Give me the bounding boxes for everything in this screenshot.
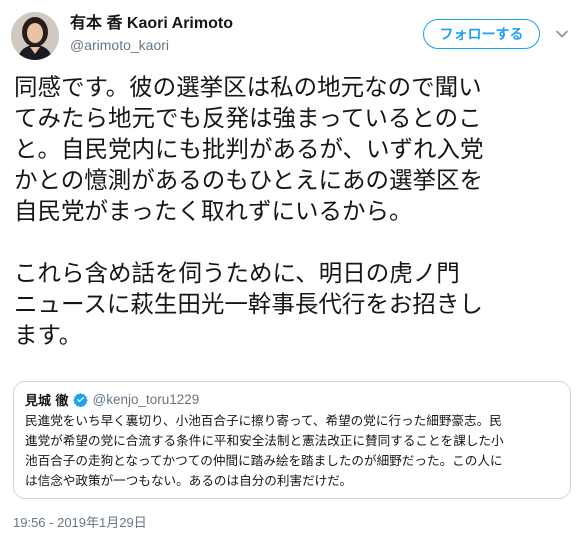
tweet-line: てみたら地元でも反発は強まっているとのこ <box>14 104 482 132</box>
quoted-tweet[interactable]: 見城 徹 @kenjo_toru1229 民進党をいち早く裏切り、小池百合子に擦… <box>13 381 571 499</box>
verified-badge-icon <box>72 392 88 407</box>
quoted-author-name: 見城 徹 <box>25 393 69 409</box>
author-info: 有本 香 Kaori Arimoto @arimoto_kaori <box>70 13 233 55</box>
quoted-tweet-text: 民進党をいち早く裏切り、小池百合子に擦り寄って、希望の党に行った細野豪志。民 進… <box>25 411 565 491</box>
quoted-line: 民進党をいち早く裏切り、小池百合子に擦り寄って、希望の党に行った細野豪志。民 <box>25 413 502 428</box>
tweet-header: 有本 香 Kaori Arimoto @arimoto_kaori フォローする <box>0 0 583 70</box>
tweet-line: かとの憶測があるのもひとえにあの選挙区を <box>14 166 484 194</box>
follow-button[interactable]: フォローする <box>423 19 540 49</box>
quoted-author-handle: @kenjo_toru1229 <box>92 391 200 407</box>
author-handle[interactable]: @arimoto_kaori <box>70 35 233 55</box>
tweet-line: 同感です。彼の選挙区は私の地元なので聞い <box>14 73 482 101</box>
tweet-line: 自民党がまったく取れずにいるから。 <box>14 197 413 225</box>
quoted-line: は信念や政策が一つもない。あるのは自分の利害だけだ。 <box>25 473 353 488</box>
quoted-tweet-header: 見城 徹 @kenjo_toru1229 <box>25 390 200 409</box>
author-display-name[interactable]: 有本 香 Kaori Arimoto <box>70 13 233 35</box>
tweet-line: ニュースに萩生田光一幹事長代行をお招きし <box>14 290 483 318</box>
tweet-line: ます。 <box>14 321 83 349</box>
quoted-line: 池百合子の走狗となってかつての仲間に踏み絵を踏ましたのが細野だった。この人に <box>25 453 503 468</box>
chevron-down-icon[interactable] <box>552 24 572 44</box>
tweet-line: これら含め話を伺うために、明日の虎ノ門 <box>14 259 460 287</box>
quoted-line: 進党が希望の党に合流する条件に平和安全法制と憲法改正に賛同することを課した小 <box>25 433 504 448</box>
tweet-text: 同感です。彼の選挙区は私の地元なので聞い てみたら地元でも反発は強まっているとの… <box>14 72 576 351</box>
tweet-line: と。自民党内にも批判があるが、いずれ入党 <box>14 135 484 163</box>
tweet-timestamp[interactable]: 19:56 - 2019年1月29日 <box>13 512 147 531</box>
user-avatar[interactable] <box>11 12 59 60</box>
